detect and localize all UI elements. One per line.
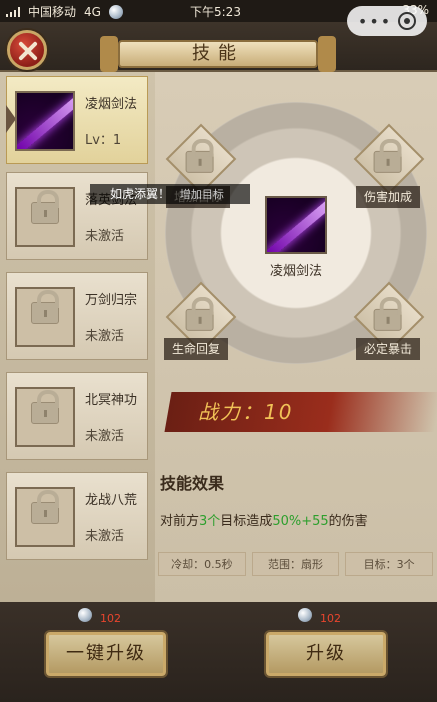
skill-name: 龙战八荒 — [85, 493, 138, 508]
lock-icon — [31, 390, 59, 424]
signal-icon — [6, 6, 20, 17]
page-title: 技能 — [100, 36, 336, 72]
cooldown-stat: 冷却：0.5秒 — [158, 552, 246, 576]
exit-icon[interactable] — [398, 12, 417, 30]
lock-icon — [373, 150, 402, 173]
node-label: 伤害加成 — [356, 186, 421, 208]
more-icon[interactable]: ••• — [358, 12, 392, 31]
effect-count: 3个 — [199, 514, 221, 529]
skill-level: Lv：1 — [85, 133, 122, 148]
coin-icon — [298, 608, 312, 622]
sword-skill-icon[interactable] — [265, 196, 327, 254]
skill-screen: 中国移动 4G 下午5:23 33% 技能 ••• 凌烟剑法 Lv：1 落英剑法… — [0, 0, 437, 702]
lock-icon — [185, 150, 214, 173]
tooltip: 如虎添翼！ 增加目标 — [90, 184, 250, 204]
time-label: 下午5:23 — [190, 5, 241, 19]
miniapp-capsule[interactable]: ••• — [347, 6, 427, 36]
power-label: 战力：10 — [198, 400, 294, 424]
node-frame — [353, 123, 425, 195]
close-icon[interactable] — [7, 30, 47, 70]
center-skill-name: 凌烟剑法 — [269, 264, 322, 279]
effect-prefix: 对前方 — [160, 514, 200, 529]
effect-damage: 50%+55 — [272, 514, 329, 529]
skill-state: 未激活 — [85, 529, 125, 544]
lock-icon — [31, 290, 59, 324]
tooltip-text: 如虎添翼！ — [110, 187, 171, 201]
target-stat: 目标：3个 — [345, 552, 434, 576]
carrier-label: 中国移动 — [28, 5, 77, 19]
lock-icon — [185, 308, 214, 331]
network-label: 4G — [84, 4, 101, 19]
lock-icon — [31, 190, 59, 224]
locked-skill-icon — [15, 487, 75, 547]
skill-stats: 冷却：0.5秒 范围：扇形 目标：3个 — [158, 552, 434, 576]
lock-icon — [31, 490, 59, 524]
skill-list: 凌烟剑法 Lv：1 落英剑法 未激活 万剑归宗 未激活 北冥神功 未激活 龙战八… — [0, 72, 155, 602]
tree-node-top-right[interactable] — [353, 123, 425, 195]
node-label: 必定暴击 — [356, 338, 421, 360]
tooltip-sub: 增加目标 — [179, 188, 224, 201]
effect-mid: 目标造成 — [220, 514, 273, 529]
locked-skill-icon — [15, 187, 75, 247]
node-label: 生命回复 — [164, 338, 229, 360]
skill-name: 北冥神功 — [85, 393, 138, 408]
status-left: 中国移动 4G — [6, 3, 123, 20]
cost-label: 102 — [320, 612, 341, 625]
skill-name: 凌烟剑法 — [85, 97, 138, 112]
effect-title: 技能效果 — [160, 474, 225, 493]
skill-state: 未激活 — [85, 229, 125, 244]
skill-state: 未激活 — [85, 329, 125, 344]
upgrade-button[interactable]: 升级 — [266, 632, 386, 676]
coin-icon — [78, 608, 92, 622]
skill-item[interactable]: 万剑归宗 未激活 — [6, 272, 148, 360]
skill-item[interactable]: 龙战八荒 未激活 — [6, 472, 148, 560]
lock-icon — [373, 308, 402, 331]
locked-skill-icon — [15, 387, 75, 447]
cost-label: 102 — [100, 612, 121, 625]
effect-suffix: 的伤害 — [328, 514, 368, 529]
skill-item[interactable]: 北冥神功 未激活 — [6, 372, 148, 460]
skill-name: 万剑归宗 — [85, 293, 138, 308]
effect-text: 对前方3个目标造成50%+55的伤害 — [160, 510, 368, 529]
sword-skill-icon — [15, 91, 75, 151]
skill-item[interactable]: 凌烟剑法 Lv：1 — [6, 76, 148, 164]
range-stat: 范围：扇形 — [251, 552, 340, 576]
locked-skill-icon — [15, 287, 75, 347]
skill-state: 未激活 — [85, 429, 125, 444]
upgrade-all-button[interactable]: 一键升级 — [46, 632, 166, 676]
coin-icon — [108, 4, 123, 19]
